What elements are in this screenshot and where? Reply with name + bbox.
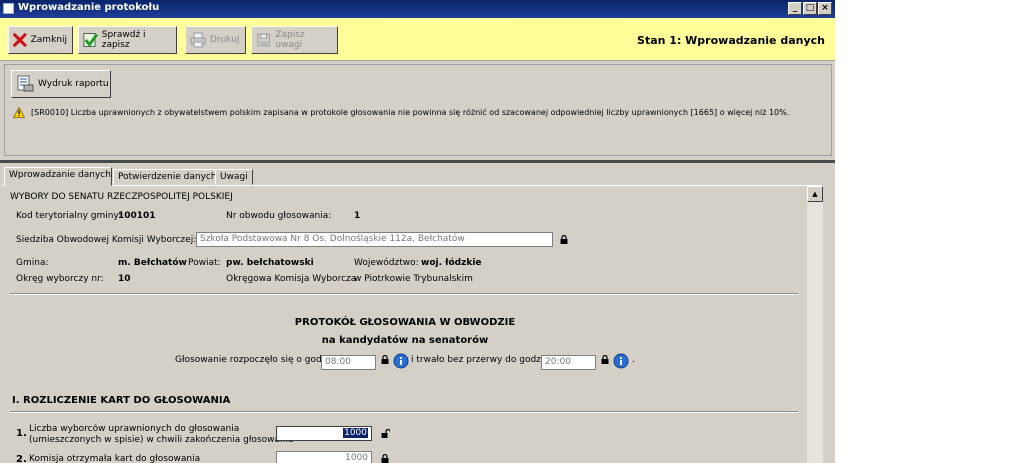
- voting-start-label: Głosowanie rozpoczęło się o godz.: [175, 355, 330, 365]
- constituency-value: 10: [118, 274, 131, 284]
- check-save-icon: [83, 33, 99, 47]
- info-icon[interactable]: [613, 353, 629, 369]
- printer-icon: [190, 32, 206, 48]
- district-number-label: Nr obwodu głosowania:: [226, 211, 332, 221]
- section-ballot-accounting: I. ROZLICZENIE KART DO GŁOSOWANIA: [12, 395, 231, 406]
- gmina-label: Gmina:: [16, 258, 49, 268]
- unlocked-icon[interactable]: [381, 429, 390, 438]
- floppy-disk-icon: [257, 33, 270, 47]
- info-icon[interactable]: [393, 353, 409, 369]
- check-and-save-button[interactable]: Sprawdź i zapisz: [78, 26, 177, 54]
- warning-message: [SR0010] Liczba uprawnionych z obywatels…: [13, 107, 789, 118]
- panel-splitter[interactable]: [0, 160, 835, 163]
- row-1-label-line-2: (umieszczonych w spisie) w chwili zakońc…: [29, 435, 294, 445]
- lock-icon: [560, 235, 568, 244]
- tab-notes[interactable]: Uwagi: [215, 169, 253, 185]
- divider: [10, 411, 798, 413]
- lock-icon: [601, 355, 609, 364]
- close-button-label: Zamknij: [30, 35, 67, 45]
- print-label: Drukuj: [210, 35, 240, 45]
- row-1-number: 1.: [16, 428, 27, 439]
- lock-icon: [381, 355, 389, 364]
- scroll-up-button[interactable]: ▲: [807, 186, 823, 202]
- eligible-voters-value: 1000: [343, 428, 368, 438]
- check-save-label: Sprawdź i zapisz: [101, 30, 146, 50]
- commission-seat-label: Siedziba Obwodowej Komisji Wyborczej:: [16, 235, 197, 245]
- ballots-received-field[interactable]: 1000: [276, 451, 372, 463]
- commission-seat-field[interactable]: Szkoła Podstawowa Nr 8 Os. Dolnośląskie …: [196, 232, 553, 247]
- toolbar: Zamknij Sprawdź i zapisz Drukuj Zapisz u…: [0, 18, 835, 61]
- gmina-value: m. Bełchatów: [118, 258, 187, 268]
- territorial-code-label: Kod terytorialny gminy:: [16, 211, 122, 221]
- voivodeship-label: Województwo:: [354, 258, 419, 268]
- tab-data-confirmation[interactable]: Potwierdzenie danych: [113, 169, 217, 185]
- voting-start-time-field[interactable]: 08:00: [321, 355, 376, 370]
- powiat-value: pw. bełchatowski: [226, 258, 314, 268]
- row-2-label: Komisja otrzymała kart do głosowania: [29, 454, 201, 463]
- divider: [10, 293, 798, 295]
- constituency-label: Okręg wyborczy nr:: [16, 274, 104, 284]
- voting-until-label: i trwało bez przerwy do godz.: [411, 355, 544, 365]
- protocol-window: Wprowadzanie protokołu _ □ × Zamknij Spr…: [0, 0, 835, 463]
- close-button[interactable]: Zamknij: [8, 26, 73, 54]
- row-1-label-line-1: Liczba wyborców uprawnionych do głosowan…: [29, 424, 240, 434]
- territorial-code-value: 100101: [118, 211, 156, 221]
- vertical-scrollbar[interactable]: ▲: [807, 186, 823, 463]
- window-close-button[interactable]: ×: [818, 2, 832, 15]
- district-commission-value: w Piotrkowie Trybunalskim: [354, 274, 473, 284]
- warning-text: [SR0010] Liczba uprawnionych z obywatels…: [31, 108, 790, 117]
- protocol-subtitle: na kandydatów na senatorów: [321, 335, 489, 346]
- stage-status: Stan 1: Wprowadzanie danych: [637, 34, 825, 47]
- sentence-end: .: [632, 355, 635, 365]
- warning-icon: [13, 107, 25, 118]
- title-bar: Wprowadzanie protokołu _ □ ×: [0, 0, 835, 18]
- maximize-button[interactable]: □: [803, 2, 817, 15]
- row-2-number: 2.: [16, 454, 27, 463]
- district-number-value: 1: [354, 211, 361, 221]
- tab-data-entry[interactable]: Wprowadzanie danych: [4, 167, 112, 186]
- minimize-button[interactable]: _: [788, 2, 802, 15]
- window-title: Wprowadzanie protokołu: [18, 2, 160, 13]
- report-icon: [17, 75, 34, 92]
- district-commission-label: Okręgowa Komisja Wyborcza: [226, 274, 357, 284]
- print-report-label: Wydruk raportu: [38, 79, 109, 89]
- save-notes-label: Zapisz uwagi: [275, 30, 305, 50]
- red-x-icon: [13, 33, 27, 47]
- app-icon: [3, 3, 14, 14]
- protocol-title: PROTOKÓŁ GŁOSOWANIA W OBWODZIE: [294, 317, 516, 328]
- eligible-voters-field[interactable]: 1000: [276, 426, 372, 441]
- print-report-button[interactable]: Wydruk raportu: [11, 70, 111, 98]
- print-button[interactable]: Drukuj: [185, 26, 246, 54]
- save-notes-button[interactable]: Zapisz uwagi: [251, 26, 338, 54]
- voting-end-time-field[interactable]: 20:00: [541, 355, 596, 370]
- lock-icon: [381, 454, 389, 463]
- report-panel: Wydruk raportu [SR0010] Liczba uprawnion…: [4, 64, 832, 156]
- election-title: WYBORY DO SENATU RZECZPOSPOLITEJ POLSKIE…: [10, 192, 233, 202]
- powiat-label: Powiat:: [188, 258, 221, 268]
- voivodeship-value: woj. łódzkie: [421, 258, 482, 268]
